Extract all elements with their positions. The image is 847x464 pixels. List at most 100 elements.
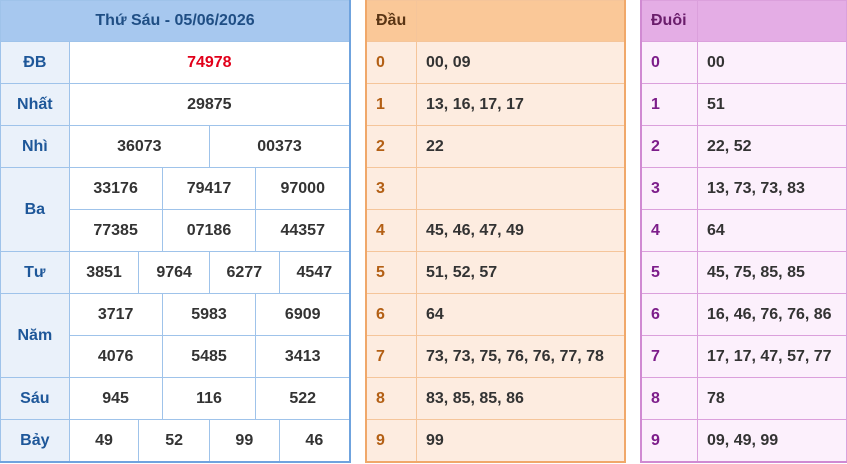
prize-row-sau: Sáu 945 116 522 — [0, 377, 351, 420]
dau-row: 2 22 — [365, 125, 626, 168]
prize-value: 99 — [209, 419, 280, 463]
duoi-table: Đuôi 0 00 1 51 2 22, 52 3 13, 73, 73, 83 4 64 5 45,… — [640, 0, 847, 463]
dau-row: 4 45, 46, 47, 49 — [365, 209, 626, 252]
dau-header-blank — [416, 0, 626, 42]
prize-row-ba: Ba 33176 79417 97000 — [0, 167, 351, 252]
prize-value: 945 — [68, 377, 163, 420]
duoi-key: 3 — [640, 167, 698, 210]
dau-row: 0 00, 09 — [365, 41, 626, 84]
duoi-values: 22, 52 — [697, 125, 847, 168]
dau-header-row: Đầu — [365, 0, 626, 42]
lottery-results-table: Thứ Sáu - 05/06/2026 ĐB 74978 Nhất 29875… — [0, 0, 351, 463]
dau-key: 7 — [365, 335, 417, 378]
duoi-key: 5 — [640, 251, 698, 294]
prize-value: 3413 — [255, 335, 351, 378]
dau-key: 1 — [365, 83, 417, 126]
duoi-row: 9 09, 49, 99 — [640, 419, 847, 463]
dau-body: 0 00, 09 1 13, 16, 17, 17 2 22 3 4 45, 46, 47, 4… — [365, 41, 626, 463]
dau-values: 22 — [416, 125, 626, 168]
dau-values: 00, 09 — [416, 41, 626, 84]
duoi-header: Đuôi — [640, 0, 698, 42]
dau-values: 64 — [416, 293, 626, 336]
prize-value: 97000 — [255, 167, 351, 210]
prize-value: 5485 — [161, 335, 257, 378]
prize-value: 49 — [68, 419, 140, 463]
duoi-row: 1 51 — [640, 83, 847, 126]
duoi-row: 8 78 — [640, 377, 847, 420]
duoi-row: 7 17, 17, 47, 57, 77 — [640, 335, 847, 378]
prize-value: 00373 — [209, 125, 351, 168]
prize-row-nhi: Nhì 36073 00373 — [0, 125, 351, 168]
prize-label-db: ĐB — [0, 41, 70, 84]
prize-row-db: ĐB 74978 — [0, 41, 351, 84]
duoi-row: 3 13, 73, 73, 83 — [640, 167, 847, 210]
dau-key: 8 — [365, 377, 417, 420]
duoi-row: 6 16, 46, 76, 76, 86 — [640, 293, 847, 336]
duoi-body: 0 00 1 51 2 22, 52 3 13, 73, 73, 83 4 64 5 45, 75, … — [640, 41, 847, 463]
duoi-key: 1 — [640, 83, 698, 126]
prize-value: 33176 — [68, 167, 163, 210]
prize-value: 07186 — [161, 209, 257, 252]
prize-value: 116 — [161, 377, 257, 420]
duoi-row: 2 22, 52 — [640, 125, 847, 168]
dau-values: 13, 16, 17, 17 — [416, 83, 626, 126]
results-title: Thứ Sáu - 05/06/2026 — [0, 0, 351, 42]
duoi-values: 51 — [697, 83, 847, 126]
dau-row: 8 83, 85, 85, 86 — [365, 377, 626, 420]
prize-label-nhat: Nhất — [0, 83, 70, 126]
dau-values: 99 — [416, 419, 626, 463]
dau-header: Đầu — [365, 0, 417, 42]
prize-value: 3851 — [68, 251, 140, 294]
duoi-key: 8 — [640, 377, 698, 420]
prize-label-tu: Tư — [0, 251, 70, 294]
prize-value: 44357 — [255, 209, 351, 252]
dau-key: 2 — [365, 125, 417, 168]
duoi-key: 2 — [640, 125, 698, 168]
prize-value: 74978 — [68, 41, 351, 84]
prize-label-sau: Sáu — [0, 377, 70, 420]
dau-key: 4 — [365, 209, 417, 252]
duoi-values: 00 — [697, 41, 847, 84]
prize-row-bay: Bảy 49 52 99 46 — [0, 419, 351, 463]
duoi-row: 0 00 — [640, 41, 847, 84]
prize-value: 6277 — [209, 251, 280, 294]
duoi-header-blank — [697, 0, 847, 42]
duoi-key: 9 — [640, 419, 698, 463]
prize-label-nam: Năm — [0, 293, 70, 378]
dau-values: 73, 73, 75, 76, 76, 77, 78 — [416, 335, 626, 378]
dau-table: Đầu 0 00, 09 1 13, 16, 17, 17 2 22 3 4 45, 46, 4… — [365, 0, 626, 463]
prize-label-bay: Bảy — [0, 419, 70, 463]
dau-key: 0 — [365, 41, 417, 84]
dau-values: 45, 46, 47, 49 — [416, 209, 626, 252]
dau-row: 1 13, 16, 17, 17 — [365, 83, 626, 126]
dau-row: 6 64 — [365, 293, 626, 336]
prize-value: 79417 — [161, 167, 257, 210]
duoi-values: 78 — [697, 377, 847, 420]
duoi-key: 6 — [640, 293, 698, 336]
prize-value: 4076 — [68, 335, 163, 378]
prize-value: 77385 — [68, 209, 163, 252]
duoi-row: 4 64 — [640, 209, 847, 252]
dau-row: 5 51, 52, 57 — [365, 251, 626, 294]
dau-row: 3 — [365, 167, 626, 210]
prize-value: 6909 — [255, 293, 351, 336]
prize-value: 36073 — [68, 125, 211, 168]
prize-value: 522 — [255, 377, 351, 420]
dau-key: 6 — [365, 293, 417, 336]
duoi-values: 17, 17, 47, 57, 77 — [697, 335, 847, 378]
duoi-header-row: Đuôi — [640, 0, 847, 42]
dau-row: 9 99 — [365, 419, 626, 463]
prize-row-nam: Năm 3717 5983 6909 — [0, 293, 351, 378]
prize-value: 46 — [278, 419, 351, 463]
duoi-key: 4 — [640, 209, 698, 252]
dau-key: 3 — [365, 167, 417, 210]
dau-values — [416, 167, 626, 210]
prize-row-tu: Tư 3851 9764 6277 4547 — [0, 251, 351, 294]
duoi-values: 16, 46, 76, 76, 86 — [697, 293, 847, 336]
dau-values: 51, 52, 57 — [416, 251, 626, 294]
duoi-values: 64 — [697, 209, 847, 252]
dau-values: 83, 85, 85, 86 — [416, 377, 626, 420]
prize-value: 29875 — [68, 83, 351, 126]
duoi-row: 5 45, 75, 85, 85 — [640, 251, 847, 294]
duoi-values: 09, 49, 99 — [697, 419, 847, 463]
